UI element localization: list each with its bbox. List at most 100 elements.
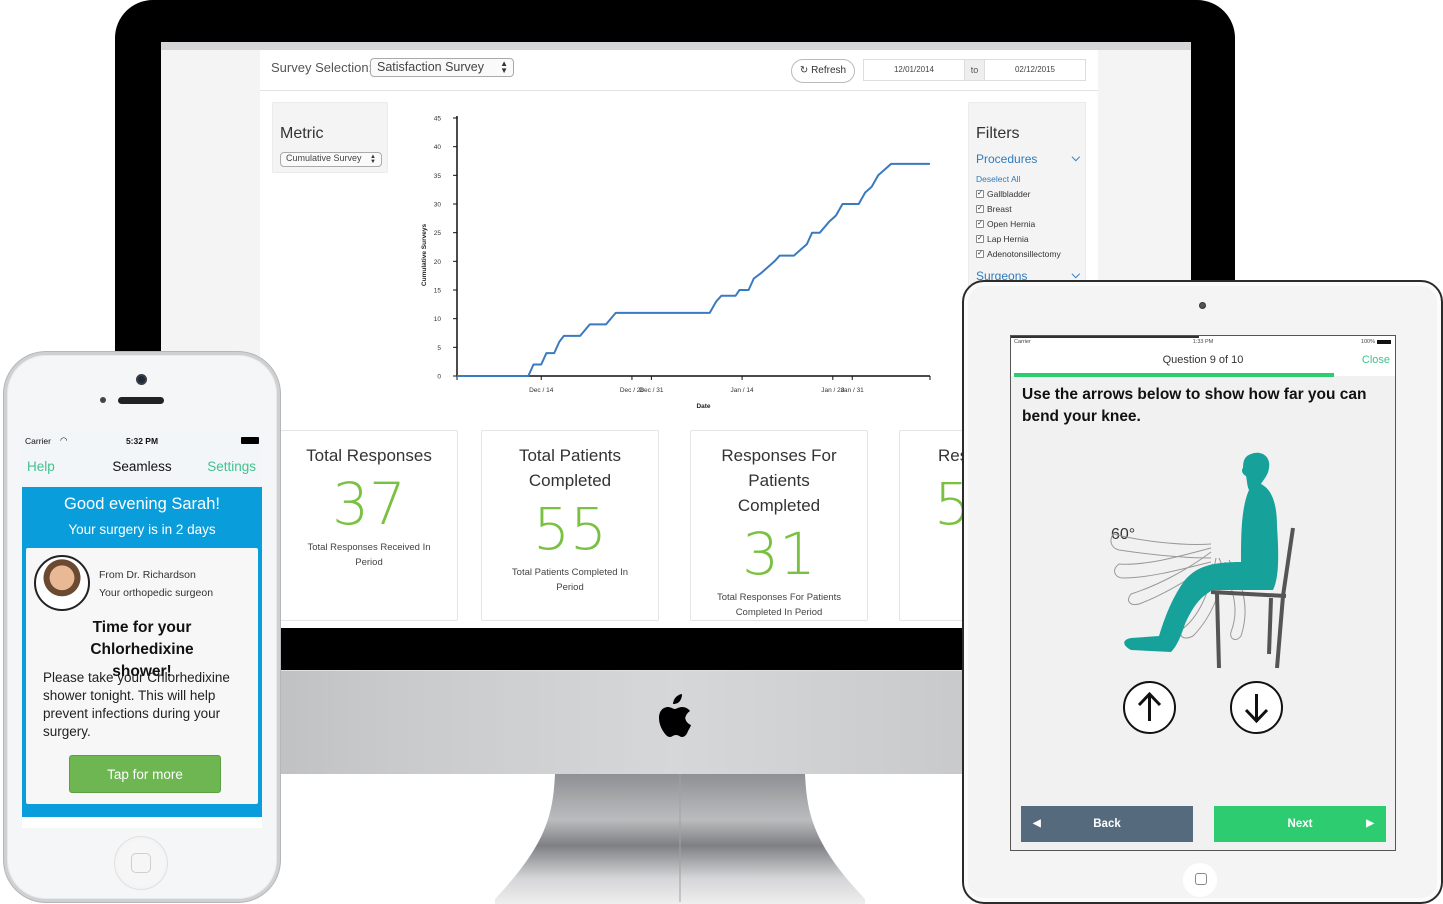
y-tick-label: 25	[434, 230, 442, 237]
ipad-screen: Carrier 1:33 PM 100% Question 9 of 10 Cl…	[1010, 335, 1396, 851]
select-arrows-icon: ▲ ▼	[500, 59, 508, 75]
procedures-label: Procedures	[976, 152, 1038, 166]
y-tick-label: 15	[434, 288, 442, 295]
tablet-nav-bar: Question 9 of 10 Close	[1011, 348, 1395, 376]
filters-title: Filters	[976, 125, 1020, 142]
y-tick-label: 10	[434, 316, 442, 323]
browser-top-bar	[161, 42, 1191, 50]
notification-panel: Good evening Sarah! Your surgery is in 2…	[22, 487, 262, 817]
back-button[interactable]: ◀ Back	[1021, 806, 1193, 842]
message-from: From Dr. Richardson	[99, 569, 196, 581]
card-subtitle: Total Responses For Patients Completed I…	[716, 592, 842, 618]
status-top-line	[1011, 336, 1199, 338]
stat-card-responses-patients-completed: Responses For Patients Completed 31 Tota…	[690, 430, 868, 621]
battery-icon	[241, 437, 259, 444]
y-tick-label: 40	[434, 144, 442, 151]
y-tick-label: 45	[434, 116, 442, 123]
apple-logo-icon	[659, 694, 691, 737]
phone-sensor	[100, 397, 106, 403]
date-to-input[interactable]: 02/12/2015	[984, 59, 1086, 81]
question-text: Use the arrows below to show how far you…	[1022, 386, 1367, 425]
survey-selection-label: Survey Selection:	[271, 60, 373, 75]
greeting: Good evening Sarah!	[64, 495, 220, 513]
question-counter: Question 9 of 10	[1162, 354, 1244, 366]
y-tick-label: 35	[434, 173, 442, 180]
back-label: Back	[1093, 818, 1121, 830]
date-to-label: to	[965, 59, 984, 81]
phone-speaker	[118, 397, 164, 404]
x-tick-label: Dec / 14	[529, 387, 554, 394]
phone-status-bar: Carrier ◠ 5:32 PM	[22, 432, 262, 450]
arrow-up-icon	[1137, 691, 1162, 721]
metric-title: Metric	[280, 125, 324, 142]
metric-panel: Metric Cumulative Survey ▲ ▼	[272, 102, 388, 173]
metric-select[interactable]: Cumulative Survey ▲ ▼	[280, 152, 382, 167]
settings-button[interactable]: Settings	[207, 459, 256, 474]
x-axis-label: Date	[696, 403, 710, 410]
phone-nav-bar: Help Seamless Settings	[22, 450, 262, 487]
checkbox-checked-icon[interactable]: ✓	[976, 235, 984, 243]
filter-item-lap-hernia[interactable]: ✓ Lap Hernia	[976, 234, 1029, 244]
filter-item-label: Open Hernia	[987, 219, 1036, 229]
y-axis-label: Cumulative Surveys	[421, 224, 428, 287]
procedures-toggle[interactable]: Procedures ⌵	[976, 152, 1080, 166]
imac-stand	[495, 774, 865, 904]
battery-icon	[1377, 340, 1391, 344]
seated-knee-figure	[1110, 452, 1295, 669]
checkbox-checked-icon[interactable]: ✓	[976, 220, 984, 228]
close-button[interactable]: Close	[1362, 354, 1390, 366]
dashboard-header: Survey Selection: Satisfaction Survey ▲ ▼…	[260, 50, 1098, 91]
card-value: 37	[332, 470, 406, 538]
filter-item-gallbladder[interactable]: ✓ Gallbladder	[976, 189, 1030, 199]
surgery-countdown: Your surgery is in 2 days	[68, 522, 216, 537]
home-square-icon	[131, 853, 151, 873]
checkbox-checked-icon[interactable]: ✓	[976, 205, 984, 213]
card-subtitle: Total Responses Received In Period	[307, 542, 431, 568]
message-body: Please take your Chlorhedixine shower to…	[43, 670, 230, 739]
y-tick-label: 30	[434, 202, 442, 209]
filter-item-adenotonsillectomy[interactable]: ✓ Adenotonsillectomy	[976, 249, 1061, 259]
decrease-angle-button[interactable]	[1230, 681, 1283, 734]
x-tick-label: Jan / 31	[841, 387, 865, 394]
next-label: Next	[1287, 818, 1313, 830]
checkbox-checked-icon[interactable]: ✓	[976, 190, 984, 198]
filter-item-open-hernia[interactable]: ✓ Open Hernia	[976, 219, 1035, 229]
filter-item-breast[interactable]: ✓ Breast	[976, 204, 1012, 214]
tap-for-more-button[interactable]: Tap for more	[69, 755, 221, 793]
message-card: From Dr. Richardson Your orthopedic surg…	[26, 548, 258, 804]
filter-item-label: Adenotonsillectomy	[987, 249, 1061, 259]
card-title: Responses For Patients Completed	[721, 446, 837, 515]
date-from-input[interactable]: 12/01/2014	[863, 59, 965, 81]
checkbox-checked-icon[interactable]: ✓	[976, 250, 984, 258]
card-title: Total Responses	[306, 446, 432, 465]
doctor-avatar	[34, 555, 90, 611]
x-tick-label: Dec / 31	[639, 387, 664, 394]
y-tick-label: 20	[434, 259, 442, 266]
refresh-label: Refresh	[811, 65, 847, 76]
refresh-icon: ↻	[799, 65, 809, 76]
x-tick-label: Jan / 14	[731, 387, 755, 394]
filter-item-label: Lap Hernia	[987, 234, 1029, 244]
y-tick-label: 0	[437, 374, 441, 381]
person-figure	[1124, 452, 1279, 652]
filter-item-label: Gallbladder	[987, 189, 1031, 199]
metric-select-value: Cumulative Survey	[286, 153, 362, 163]
phone-camera	[136, 374, 147, 385]
series-line	[457, 162, 930, 377]
card-value: 31	[742, 520, 816, 588]
triangle-right-icon: ▶	[1366, 818, 1374, 829]
deselect-all-link[interactable]: Deselect All	[976, 174, 1020, 184]
card-value: 55	[533, 495, 607, 563]
status-time: 5:32 PM	[125, 436, 159, 446]
refresh-button[interactable]: ↻ Refresh	[791, 59, 855, 83]
increase-angle-button[interactable]	[1123, 681, 1176, 734]
card-title: Total Patients Completed	[518, 446, 622, 490]
question-progress-bar	[1014, 373, 1334, 377]
survey-select[interactable]: Satisfaction Survey ▲ ▼	[370, 58, 514, 77]
chevron-down-icon: ⌵	[1071, 152, 1080, 164]
phone-screen: Carrier ◠ 5:32 PM Help Seamless Settings…	[22, 432, 262, 828]
next-button[interactable]: Next ▶	[1214, 806, 1386, 842]
tablet-status-bar: Carrier 1:33 PM 100%	[1011, 336, 1395, 348]
filter-item-label: Breast	[987, 204, 1012, 214]
home-square-icon	[1195, 873, 1207, 885]
